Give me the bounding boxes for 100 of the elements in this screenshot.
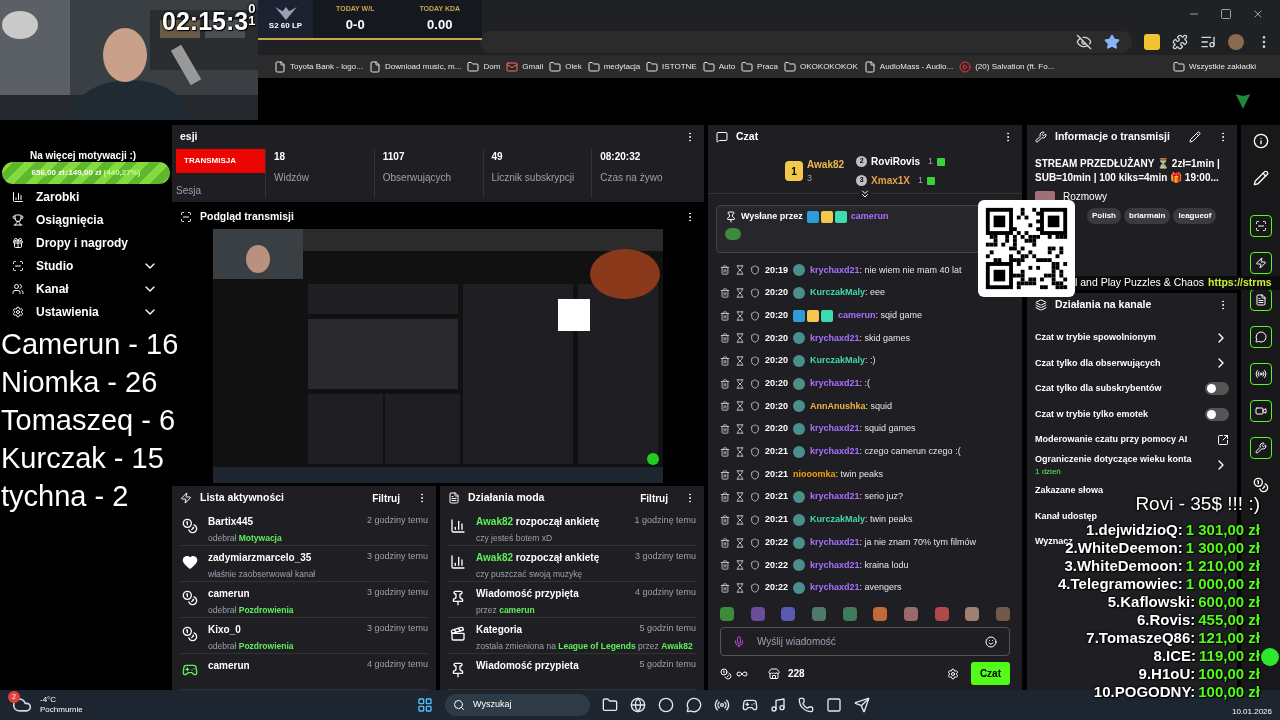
action-label[interactable]: Czat tylko dla subskrybentów	[1035, 382, 1162, 396]
taskbar-app-icon[interactable]	[630, 697, 646, 713]
sidebar-item[interactable]: Studio	[12, 257, 158, 275]
timeout-icon[interactable]	[735, 582, 745, 593]
ban-icon[interactable]	[750, 560, 760, 571]
message-field[interactable]: Wyślij wiadomość	[720, 627, 1010, 657]
support-icon[interactable]	[1261, 648, 1279, 666]
ban-icon[interactable]	[750, 537, 760, 548]
bookmark[interactable]: (20) Salvation (ft. Fo...	[959, 60, 1055, 73]
emote-icon[interactable]	[873, 607, 888, 622]
emote-icon[interactable]	[965, 607, 980, 622]
filter-button[interactable]: Filtruj	[372, 490, 400, 506]
emote-icon[interactable]	[750, 607, 765, 622]
tag[interactable]: Polish	[1087, 208, 1121, 224]
bookmark[interactable]: Toyota Bank - logo...	[274, 60, 363, 73]
delete-icon[interactable]	[720, 469, 730, 480]
taskbar-app-icon[interactable]	[658, 697, 674, 713]
action-label[interactable]: Moderowanie czatu przy pomocy AI	[1035, 433, 1188, 447]
bookmark[interactable]: OKOKOKOKOK	[784, 60, 858, 73]
extensions-icon[interactable]	[1172, 33, 1188, 50]
star-icon[interactable]	[1104, 33, 1120, 50]
timeout-icon[interactable]	[735, 356, 745, 367]
delete-icon[interactable]	[720, 378, 730, 389]
action-label[interactable]: Ograniczenie dotyczące wieku konta	[1035, 452, 1192, 466]
delete-icon[interactable]	[720, 401, 730, 412]
timeout-icon[interactable]	[735, 310, 745, 321]
bookmark[interactable]: AudioMass - Audio...	[863, 60, 954, 73]
timeout-icon[interactable]	[735, 288, 745, 299]
ban-icon[interactable]	[750, 265, 760, 276]
delete-icon[interactable]	[720, 492, 730, 503]
message-input[interactable]: Wyślij wiadomość	[757, 634, 973, 650]
ban-icon[interactable]	[750, 356, 760, 367]
sidebar-item[interactable]: Zarobki	[12, 188, 158, 206]
taskbar-app-icon[interactable]	[714, 697, 730, 713]
bookmark[interactable]: Olek	[549, 60, 582, 73]
taskbar-app-icon[interactable]	[742, 697, 758, 713]
avatar-icon[interactable]	[1228, 33, 1244, 50]
toggle-switch[interactable]	[1205, 407, 1229, 421]
timeout-icon[interactable]	[735, 446, 745, 457]
ban-icon[interactable]	[750, 446, 760, 457]
rail-button[interactable]	[1250, 215, 1272, 237]
info-icon[interactable]	[1253, 133, 1269, 149]
toggle-switch[interactable]	[1205, 382, 1229, 396]
start-icon[interactable]	[417, 697, 433, 713]
taskbar-app-icon[interactable]	[854, 697, 870, 713]
emote-icon[interactable]	[811, 607, 826, 622]
delete-icon[interactable]	[720, 424, 730, 435]
ban-icon[interactable]	[750, 514, 760, 525]
bookmark[interactable]: Praca	[741, 60, 778, 73]
search-field[interactable]: Wyszukaj	[445, 694, 590, 716]
bookmark[interactable]: Dom	[467, 60, 501, 73]
settings-icon[interactable]	[946, 667, 959, 680]
tag[interactable]: briarmain	[1124, 208, 1171, 224]
taskbar-app-icon[interactable]	[798, 697, 814, 713]
rail-button[interactable]	[1250, 400, 1272, 422]
emote-icon[interactable]	[781, 607, 796, 622]
bookmark[interactable]: Gmail	[506, 60, 544, 73]
delete-icon[interactable]	[720, 310, 730, 321]
timeout-icon[interactable]	[735, 514, 745, 525]
timeout-icon[interactable]	[735, 424, 745, 435]
filter-button[interactable]: Filtruj	[640, 490, 668, 506]
emote-icon[interactable]	[720, 607, 734, 622]
emote-icon[interactable]	[995, 607, 1010, 622]
ban-icon[interactable]	[750, 582, 760, 593]
mic-icon[interactable]	[733, 635, 745, 648]
sidebar-item[interactable]: Ustawienia	[12, 303, 158, 321]
delete-icon[interactable]	[720, 265, 730, 276]
delete-icon[interactable]	[720, 446, 730, 457]
action-label[interactable]: Czat w trybie tylko emotek	[1035, 407, 1149, 421]
sidebar-item[interactable]: Osiągnięcia	[12, 211, 158, 229]
ban-icon[interactable]	[750, 424, 760, 435]
taskbar-app-icon[interactable]	[602, 697, 618, 713]
bookmark[interactable]: Wszystkie zakładki	[1173, 60, 1268, 73]
extension-icon[interactable]	[1144, 33, 1160, 50]
emoji-icon[interactable]	[985, 635, 997, 648]
timeout-icon[interactable]	[735, 560, 745, 571]
close-icon[interactable]	[1252, 8, 1264, 20]
action-label[interactable]: Czat w trybie spowolnionym	[1035, 331, 1156, 345]
edit-icon[interactable]	[1189, 131, 1201, 143]
bookmark[interactable]: Download music, m...	[368, 60, 462, 73]
delete-icon[interactable]	[720, 356, 730, 367]
sidebar-item[interactable]: Kanał	[12, 280, 158, 298]
emote-icon[interactable]	[903, 607, 918, 622]
emote-icon[interactable]	[842, 607, 857, 622]
timeout-icon[interactable]	[735, 492, 745, 503]
ban-icon[interactable]	[750, 333, 760, 344]
rail-button[interactable]	[1250, 326, 1272, 348]
bookmark[interactable]: medytacja	[587, 60, 641, 73]
timeout-icon[interactable]	[735, 469, 745, 480]
delete-icon[interactable]	[720, 288, 730, 299]
action-label[interactable]: Kanał udostęp	[1035, 509, 1097, 523]
tag[interactable]: leagueof	[1173, 208, 1217, 224]
ban-icon[interactable]	[750, 401, 760, 412]
points-icon[interactable]	[1253, 477, 1269, 493]
action-label[interactable]: Zakazane słowa	[1035, 484, 1104, 498]
taskbar-app-icon[interactable]	[686, 697, 702, 713]
ban-icon[interactable]	[750, 492, 760, 503]
bookmark[interactable]: ISTOTNE	[646, 60, 697, 73]
rail-button[interactable]	[1250, 437, 1272, 459]
eye-off-icon[interactable]	[1076, 33, 1092, 50]
